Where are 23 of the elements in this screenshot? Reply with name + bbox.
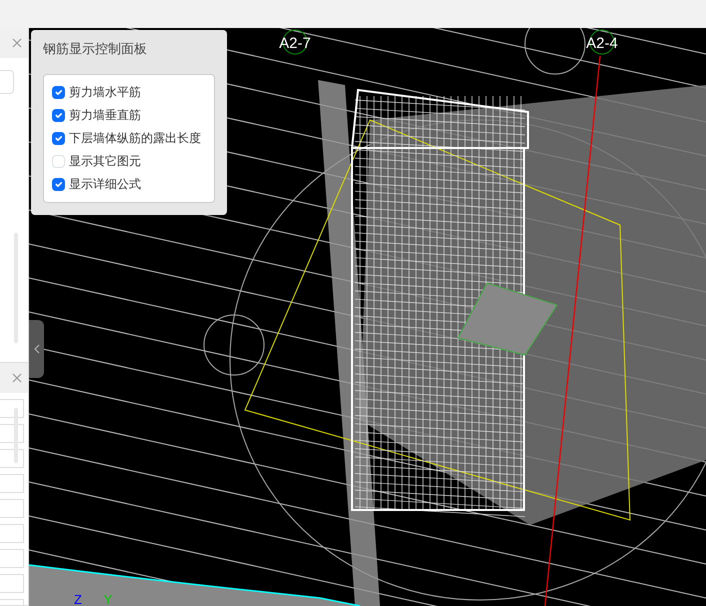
grid-label: A2-7 [279,35,311,52]
option-label: 剪力墙垂直筋 [69,107,141,124]
checkbox[interactable] [52,86,65,98]
axis-label: Z [74,592,82,606]
grid-label: A2-4 [586,35,618,52]
checkbox[interactable] [52,132,65,144]
option-label: 下层墙体纵筋的露出长度 [69,130,201,147]
list-row[interactable] [0,524,24,543]
panel-title: 钢筋显示控制面板 [43,41,148,59]
panel-button[interactable] [0,70,14,94]
option-label: 显示其它图元 [69,153,141,170]
checkbox[interactable] [52,178,65,190]
axis-label: Y [104,592,112,606]
close-icon[interactable] [12,36,22,50]
list-row[interactable] [0,574,24,593]
close-icon[interactable] [12,371,22,385]
option-label: 剪力墙水平筋 [69,84,141,101]
checkbox[interactable] [52,108,65,122]
collapse-handle[interactable] [29,320,44,378]
option-label: 显示详细公式 [69,176,141,193]
list-row[interactable] [0,549,24,568]
list-row[interactable] [0,474,24,493]
list-row[interactable] [0,499,24,518]
